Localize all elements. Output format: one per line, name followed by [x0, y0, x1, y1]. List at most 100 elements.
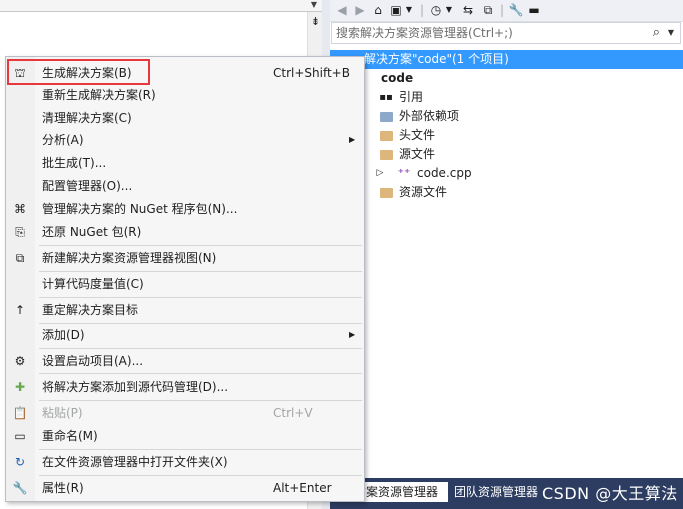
- source-control-icon: ✚: [14, 380, 26, 394]
- history-icon[interactable]: ◷: [428, 2, 444, 18]
- menu-item-label: 重命名(M): [42, 429, 98, 443]
- tree-item-code-cpp[interactable]: ▷ ⁺⁺ code.cpp: [330, 164, 683, 183]
- solution-explorer: ◀ ▶ ⌂ ▣ ▼ | ◷ ▼ ⇆ ⧉ | 🔧 ▬ ⌕ ▼ ▭ 解决方案"cod…: [330, 0, 683, 509]
- split-icon[interactable]: ⇟: [308, 14, 323, 30]
- menu-item-label: 重定解决方案目标: [42, 303, 139, 317]
- chevron-down-icon[interactable]: ▼: [444, 2, 454, 18]
- menu-separator: [39, 245, 362, 246]
- menu-separator: [39, 297, 362, 298]
- menu-item-clean-solution[interactable]: 清理解决方案(C): [6, 107, 364, 129]
- menu-item-code-metrics[interactable]: 计算代码度量值(C): [6, 273, 364, 295]
- menu-item-add-to-source-control[interactable]: ✚ 将解决方案添加到源代码管理(D)...: [6, 376, 364, 398]
- menu-item-shortcut: Ctrl+Shift+B: [273, 66, 350, 80]
- forward-icon[interactable]: ▶: [352, 2, 368, 18]
- solution-search-box[interactable]: ⌕ ▼: [331, 22, 681, 44]
- solution-explorer-toolbar: ◀ ▶ ⌂ ▣ ▼ | ◷ ▼ ⇆ ⧉ | 🔧 ▬: [330, 0, 683, 22]
- tree-item-resource-files[interactable]: 资源文件: [330, 183, 683, 202]
- chevron-down-icon[interactable]: ▼: [404, 2, 414, 18]
- tree-item-source-files[interactable]: 源文件: [330, 145, 683, 164]
- menu-item-label: 分析(A): [42, 133, 84, 147]
- wrench-icon[interactable]: 🔧: [508, 2, 524, 18]
- search-icon[interactable]: ⌕: [653, 25, 660, 41]
- vs-solution-icon[interactable]: ▣: [388, 2, 404, 18]
- pin-icon[interactable]: ▬: [526, 2, 542, 18]
- chevron-down-icon[interactable]: ▼: [668, 26, 674, 40]
- menu-separator: [39, 271, 362, 272]
- menu-separator: [39, 348, 362, 349]
- menu-item-analyze[interactable]: 分析(A) ▶: [6, 129, 364, 151]
- tree-item-header-files[interactable]: 头文件: [330, 126, 683, 145]
- menu-item-label: 设置启动项目(A)...: [42, 354, 144, 368]
- tree-item-external-dependencies[interactable]: 外部依赖项: [330, 107, 683, 126]
- retarget-icon: ↑: [14, 303, 26, 317]
- submenu-arrow-icon: ▶: [349, 330, 356, 339]
- menu-item-set-startup-projects[interactable]: ⚙ 设置启动项目(A)...: [6, 350, 364, 372]
- menu-item-manage-nuget[interactable]: ⌘ 管理解决方案的 NuGet 程序包(N)...: [6, 198, 364, 220]
- menu-separator: [39, 449, 362, 450]
- editor-navigation-bar[interactable]: ▼: [0, 0, 322, 12]
- tree-item-references[interactable]: ▪▪ 引用: [330, 88, 683, 107]
- folder-open-icon: [378, 145, 394, 164]
- tree-item-label: 解决方案"code"(1 个项目): [364, 52, 509, 66]
- menu-item-shortcut: Ctrl+V: [273, 406, 313, 420]
- references-icon: ▪▪: [379, 92, 393, 103]
- folder-icon: [378, 183, 394, 202]
- menu-item-new-explorer-view[interactable]: ⧉ 新建解决方案资源管理器视图(N): [6, 247, 364, 269]
- menu-item-rebuild-solution[interactable]: 重新生成解决方案(R): [6, 84, 364, 106]
- menu-item-label: 新建解决方案资源管理器视图(N): [42, 251, 217, 265]
- gear-icon: ⚙: [14, 354, 26, 368]
- menu-item-rename[interactable]: ▭ 重命名(M): [6, 425, 364, 447]
- menu-item-label: 计算代码度量值(C): [42, 277, 144, 291]
- tree-item-label: 外部依赖项: [399, 109, 460, 123]
- menu-item-configuration-manager[interactable]: 配置管理器(O)...: [6, 175, 364, 197]
- menu-item-label: 清理解决方案(C): [42, 111, 132, 125]
- menu-item-label: 在文件资源管理器中打开文件夹(X): [42, 455, 228, 469]
- menu-item-restore-nuget[interactable]: ⎘ 还原 NuGet 包(R): [6, 221, 364, 243]
- rename-icon: ▭: [14, 429, 26, 443]
- restore-icon: ⎘: [15, 225, 25, 239]
- menu-item-label: 管理解决方案的 NuGet 程序包(N)...: [42, 202, 238, 216]
- menu-separator: [39, 400, 362, 401]
- home-icon[interactable]: ⌂: [370, 2, 386, 18]
- paste-icon: 📋: [12, 406, 28, 420]
- menu-item-batch-build[interactable]: 批生成(T)...: [6, 152, 364, 174]
- external-dependencies-icon: [378, 107, 394, 126]
- watermark: CSDN @大王算法: [542, 484, 678, 503]
- back-icon[interactable]: ◀: [334, 2, 350, 18]
- sync-icon[interactable]: ⇆: [460, 2, 476, 18]
- toolbar-separator: |: [500, 3, 505, 17]
- annotation-highlight-box: [7, 59, 150, 85]
- menu-item-paste[interactable]: 📋 粘贴(P) Ctrl+V: [6, 402, 364, 424]
- menu-separator: [39, 475, 362, 476]
- toolbar-separator: |: [420, 3, 425, 17]
- menu-item-open-in-file-explorer[interactable]: ↻ 在文件资源管理器中打开文件夹(X): [6, 451, 364, 473]
- tree-item-label: code.cpp: [417, 166, 472, 180]
- menu-item-label: 将解决方案添加到源代码管理(D)...: [42, 380, 229, 394]
- menu-separator: [39, 373, 362, 374]
- tree-item-label: code: [381, 71, 414, 85]
- cpp-file-icon: ⁺⁺: [397, 166, 411, 180]
- menu-item-label: 重新生成解决方案(R): [42, 88, 156, 102]
- tree-item-label: 引用: [399, 90, 424, 104]
- tree-item-label: 资源文件: [399, 185, 448, 199]
- tree-item-project[interactable]: ⊞ code: [330, 69, 683, 88]
- menu-item-label: 还原 NuGet 包(R): [42, 225, 142, 239]
- menu-item-label: 粘贴(P): [42, 406, 83, 420]
- chevron-down-icon[interactable]: ▼: [308, 0, 320, 11]
- folder-icon: [378, 126, 394, 145]
- context-menu: ⛫ 生成解决方案(B) Ctrl+Shift+B 重新生成解决方案(R) 清理解…: [5, 56, 365, 502]
- menu-item-label: 添加(D): [42, 328, 85, 342]
- menu-item-retarget-solution[interactable]: ↑ 重定解决方案目标: [6, 299, 364, 321]
- menu-item-label: 配置管理器(O)...: [42, 179, 133, 193]
- menu-item-label: 批生成(T)...: [42, 156, 107, 170]
- menu-item-shortcut: Alt+Enter: [273, 481, 332, 495]
- tree-item-solution[interactable]: ▭ 解决方案"code"(1 个项目): [330, 50, 683, 69]
- tab-team-explorer[interactable]: 团队资源管理器: [454, 482, 538, 502]
- menu-item-properties[interactable]: 🔧 属性(R) Alt+Enter: [6, 477, 364, 499]
- solution-search-input[interactable]: [336, 25, 636, 41]
- collapse-icon[interactable]: ⧉: [480, 2, 496, 18]
- expand-arrow-icon[interactable]: ▷: [372, 164, 388, 183]
- menu-item-add[interactable]: 添加(D) ▶: [6, 324, 364, 346]
- wrench-icon: 🔧: [12, 481, 28, 495]
- open-folder-icon: ↻: [14, 455, 26, 469]
